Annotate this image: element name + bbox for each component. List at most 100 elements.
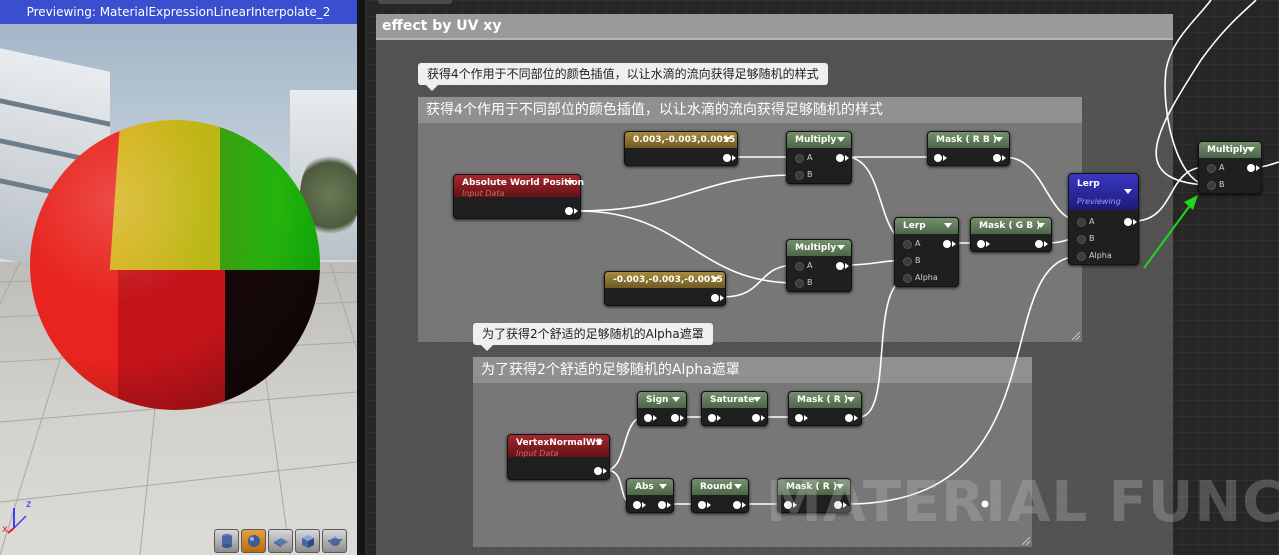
node-title: Round xyxy=(700,482,733,492)
node-title: Abs xyxy=(635,482,654,492)
node-saturate[interactable]: Saturate xyxy=(701,391,768,426)
input-pin[interactable] xyxy=(698,501,711,509)
output-pin[interactable] xyxy=(836,262,849,270)
node-collapse-arrow-icon[interactable] xyxy=(944,223,952,228)
output-pin[interactable] xyxy=(1035,240,1048,248)
preview-teapot-button[interactable] xyxy=(322,529,347,553)
node-vertex-normal-ws[interactable]: VertexNormalWS Input Data xyxy=(507,434,610,480)
graph-top-tab-edge xyxy=(378,0,452,4)
comment-title: 获得4个作用于不同部位的颜色插值，以让水滴的流向获得足够随机的样式 xyxy=(418,97,1082,123)
node-multiply-2[interactable]: Multiply A B xyxy=(786,239,852,292)
node-mask-r-1[interactable]: Mask ( R ) xyxy=(788,391,862,426)
panel-splitter[interactable] xyxy=(357,0,366,555)
node-title: 0.003,-0.003,0.0015 xyxy=(633,135,736,145)
node-mask-rb[interactable]: Mask ( R B ) xyxy=(927,131,1010,166)
sphere-icon xyxy=(247,535,260,547)
input-pin-b[interactable]: B xyxy=(1207,180,1225,190)
output-pin[interactable] xyxy=(993,154,1006,162)
node-round[interactable]: Round xyxy=(691,478,749,513)
input-pin-b[interactable]: B xyxy=(1077,234,1095,244)
node-title: Sign xyxy=(646,395,669,405)
node-collapse-arrow-icon[interactable] xyxy=(723,137,731,142)
output-pin[interactable] xyxy=(658,501,671,509)
node-title: Mask ( R ) xyxy=(797,395,848,405)
axis-x-label: x xyxy=(2,524,8,535)
node-sign[interactable]: Sign xyxy=(637,391,687,426)
preview-cylinder-button[interactable] xyxy=(214,529,239,553)
output-pin[interactable] xyxy=(845,414,858,422)
node-abs[interactable]: Abs xyxy=(626,478,674,513)
input-pin[interactable] xyxy=(795,414,808,422)
input-pin[interactable] xyxy=(708,414,721,422)
comment-title: 为了获得2个舒适的足够随机的Alpha遮罩 xyxy=(473,357,1032,383)
node-title: Saturate xyxy=(710,395,755,405)
node-collapse-arrow-icon[interactable] xyxy=(837,137,845,142)
material-function-watermark: MATERIAL FUNCTIOI xyxy=(766,470,1279,535)
output-pin[interactable] xyxy=(565,207,578,215)
preview-plane-button[interactable] xyxy=(268,529,293,553)
input-pin[interactable] xyxy=(934,154,947,162)
input-pin[interactable] xyxy=(633,501,646,509)
node-collapse-arrow-icon[interactable] xyxy=(837,245,845,250)
input-pin-b[interactable]: B xyxy=(795,170,813,180)
node-title: Lerp xyxy=(903,221,926,231)
preview-cube-button[interactable] xyxy=(295,529,320,553)
node-constant-vector-1[interactable]: 0.003,-0.003,0.0015 xyxy=(624,131,738,166)
node-multiply-3[interactable]: Multiply A B xyxy=(1198,141,1262,194)
output-pin[interactable] xyxy=(671,414,684,422)
output-pin[interactable] xyxy=(1124,218,1137,226)
node-lerp-previewing[interactable]: Lerp Previewing A B Alpha xyxy=(1068,173,1139,265)
output-pin[interactable] xyxy=(594,467,607,475)
output-pin[interactable] xyxy=(836,154,849,162)
node-collapse-arrow-icon[interactable] xyxy=(659,484,667,489)
node-title: Multiply xyxy=(1207,145,1249,155)
node-subtitle: Input Data xyxy=(516,449,559,458)
output-pin[interactable] xyxy=(733,501,746,509)
output-pin[interactable] xyxy=(1247,164,1260,172)
cylinder-icon xyxy=(221,534,232,548)
preview-sphere-button[interactable] xyxy=(241,529,266,553)
input-pin[interactable] xyxy=(644,414,657,422)
node-constant-vector-2[interactable]: -0.003,-0.003,-0.0015 xyxy=(604,271,726,306)
input-pin-a[interactable]: A xyxy=(1207,163,1224,173)
node-collapse-arrow-icon[interactable] xyxy=(595,440,603,445)
node-collapse-arrow-icon[interactable] xyxy=(711,277,719,282)
output-pin[interactable] xyxy=(752,414,765,422)
input-pin-b[interactable]: B xyxy=(795,278,813,288)
node-title: Mask ( R B ) xyxy=(936,135,997,145)
input-pin-a[interactable]: A xyxy=(903,239,920,249)
node-collapse-arrow-icon[interactable] xyxy=(847,397,855,402)
node-mask-gb[interactable]: Mask ( G B ) xyxy=(970,217,1052,252)
node-title: Lerp xyxy=(1077,179,1100,189)
output-pin[interactable] xyxy=(943,240,956,248)
node-subtitle: Previewing xyxy=(1077,197,1121,206)
material-graph-canvas[interactable]: effect by UV xy 获得4个作用于不同部位的颜色插值，以让水滴的流向… xyxy=(366,0,1279,555)
node-title: Multiply xyxy=(795,243,837,253)
node-collapse-arrow-icon[interactable] xyxy=(566,180,574,185)
output-pin[interactable] xyxy=(711,294,724,302)
node-collapse-arrow-icon[interactable] xyxy=(1037,223,1045,228)
node-collapse-arrow-icon[interactable] xyxy=(672,397,680,402)
input-pin-a[interactable]: A xyxy=(795,153,812,163)
node-collapse-arrow-icon[interactable] xyxy=(995,137,1003,142)
output-pin[interactable] xyxy=(723,154,736,162)
node-lerp-1[interactable]: Lerp A B Alpha xyxy=(894,217,959,287)
node-subtitle: Input Data xyxy=(462,189,505,198)
preview-title: Previewing: MaterialExpressionLinearInte… xyxy=(0,0,357,24)
node-collapse-arrow-icon[interactable] xyxy=(734,484,742,489)
input-pin-b[interactable]: B xyxy=(903,256,921,266)
axis-gizmo xyxy=(7,508,27,534)
input-pin-a[interactable]: A xyxy=(1077,217,1094,227)
comment-resize-handle[interactable] xyxy=(1022,537,1030,545)
input-pin-alpha[interactable]: Alpha xyxy=(903,273,938,283)
input-pin-a[interactable]: A xyxy=(795,261,812,271)
node-collapse-arrow-icon[interactable] xyxy=(1247,147,1255,152)
comment-resize-handle[interactable] xyxy=(1072,332,1080,340)
node-absolute-world-position[interactable]: Absolute World Position Input Data xyxy=(453,174,584,219)
input-pin-alpha[interactable]: Alpha xyxy=(1077,251,1112,261)
node-collapse-arrow-icon[interactable] xyxy=(1124,189,1132,194)
preview-viewport[interactable]: Previewing: MaterialExpressionLinearInte… xyxy=(0,0,357,555)
node-collapse-arrow-icon[interactable] xyxy=(753,397,761,402)
node-multiply-1[interactable]: Multiply A B xyxy=(786,131,852,184)
input-pin[interactable] xyxy=(977,240,990,248)
